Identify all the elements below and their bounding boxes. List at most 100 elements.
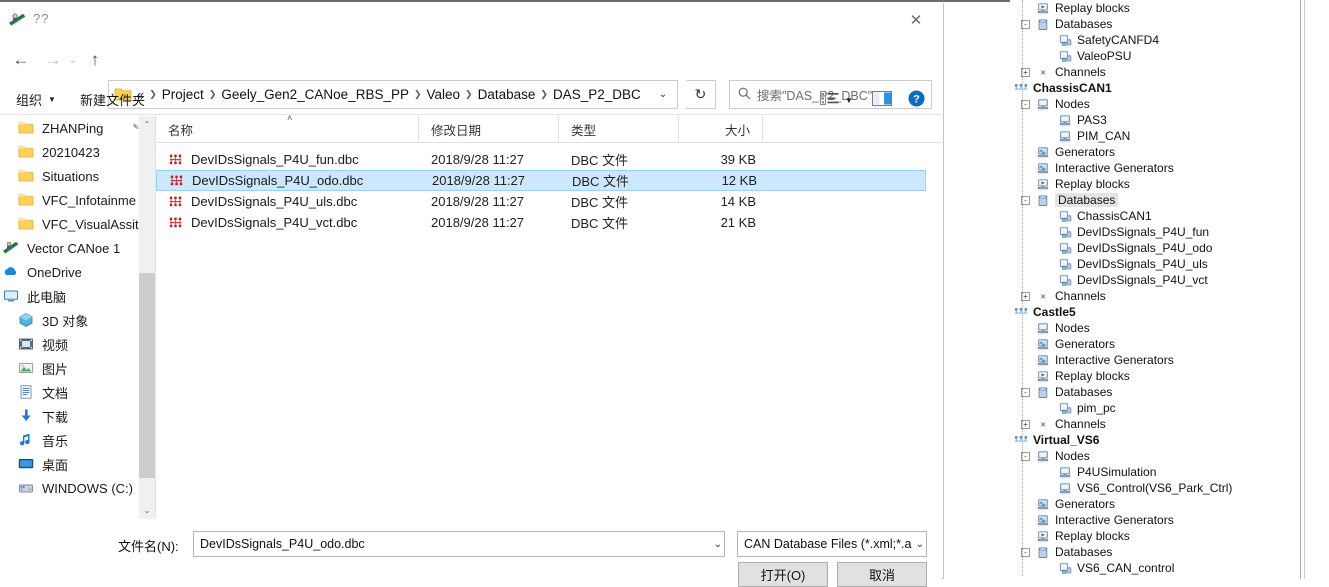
file-name-cell: DevIDsSignals_P4U_odo.dbc [169,173,363,188]
tree-item-26[interactable]: + × Channels [1010,416,1300,432]
nav-pane-item-10[interactable]: 图片 [0,356,155,380]
nav-pane-item-8[interactable]: 3D 对象 [0,308,155,332]
tree-item-4[interactable]: + × Channels [1010,64,1300,80]
tree-item-11[interactable]: Replay blocks [1010,176,1300,192]
tree-item-9[interactable]: Generators [1010,144,1300,160]
cancel-button[interactable]: 取消 [837,562,927,587]
tree-item-29[interactable]: P4USimulation [1010,464,1300,480]
navigation-pane-scrollbar[interactable]: ⌃ ⌄ [139,116,155,519]
tree-item-34[interactable]: - Databases [1010,544,1300,560]
screen-root: ?? ✕ ← → ⌄ ↑ « ❯ Project ❯ Geely_Gen2_CA… [0,0,1329,587]
tree-item-3[interactable]: DBC ValeoPSU [1010,48,1300,64]
tree-item-24[interactable]: - Databases [1010,384,1300,400]
tree-item-35[interactable]: DBC VS6_CAN_control [1010,560,1300,576]
nav-pane-item-11[interactable]: 文档 [0,380,155,404]
table-row[interactable]: DevIDsSignals_P4U_fun.dbc 2018/9/28 11:27… [156,149,926,170]
nav-pane-item-5[interactable]: Vector CANoe 1 [0,236,155,260]
nav-pane-item-label: 视频 [42,337,69,353]
nav-pane-item-14[interactable]: 桌面 [0,452,155,476]
tree-item-8[interactable]: PIM_CAN [1010,128,1300,144]
organize-button[interactable]: 组织 ▼ [16,89,56,109]
dbc-file-icon [168,153,183,166]
tree-item-31[interactable]: Generators [1010,496,1300,512]
tree-item-30[interactable]: VS6_Control(VS6_Park_Ctrl) [1010,480,1300,496]
tree-item-22[interactable]: Interactive Generators [1010,352,1300,368]
bus-icon [1014,306,1028,319]
tree-item-16[interactable]: DBC DevIDsSignals_P4U_uls [1010,256,1300,272]
tree-item-33[interactable]: Replay blocks [1010,528,1300,544]
scroll-down-icon[interactable]: ⌄ [139,502,155,519]
tree-item-14[interactable]: DBC DevIDsSignals_P4U_fun [1010,224,1300,240]
dbc-db-icon: DBC [1058,562,1072,575]
tree-item-15[interactable]: DBC DevIDsSignals_P4U_odo [1010,240,1300,256]
tree-item-10[interactable]: Interactive Generators [1010,160,1300,176]
table-row[interactable]: DevIDsSignals_P4U_odo.dbc 2018/9/28 11:27… [156,170,926,191]
nav-pane-item-7[interactable]: 此电脑 [0,284,155,308]
new-folder-button[interactable]: 新建文件夹 [80,89,145,109]
preview-pane-button[interactable] [872,89,892,111]
folder-icon [18,192,35,209]
node-small-icon [1058,466,1072,479]
nav-pane-item-12[interactable]: 下载 [0,404,155,428]
nav-pane-item-label: 音乐 [42,433,69,449]
column-header-date[interactable]: 修改日期 [419,116,559,142]
xml-db-icon: XML [1058,210,1072,223]
forward-button[interactable]: → [40,46,66,74]
tree-item-18[interactable]: + × Channels [1010,288,1300,304]
tree-item-label: DevIDsSignals_P4U_uls [1077,257,1208,271]
tree-item-label: Databases [1055,545,1113,559]
nav-pane-item-0[interactable]: ZHANPing ✒ [0,116,155,140]
scrollbar-thumb[interactable] [139,273,155,478]
back-button[interactable]: ← [8,46,34,74]
tree-item-label: pim_pc [1077,401,1116,415]
nav-pane-item-1[interactable]: 20210423 [0,140,155,164]
tree-item-2[interactable]: XML SafetyCANFD4 [1010,32,1300,48]
tree-item-0[interactable]: Replay blocks [1010,0,1300,16]
nav-pane-item-3[interactable]: VFC_Infotainme [0,188,155,212]
tree-item-28[interactable]: - Nodes [1010,448,1300,464]
scroll-up-icon[interactable]: ⌃ [139,116,155,133]
file-name-cell: DevIDsSignals_P4U_fun.dbc [168,152,359,167]
nav-pane-item-label: OneDrive [27,264,82,280]
filename-input[interactable]: DevIDsSignals_P4U_odo.dbc ⌄ [193,531,725,557]
tree-item-21[interactable]: Generators [1010,336,1300,352]
tree-item-7[interactable]: PAS3 [1010,112,1300,128]
nav-pane-item-2[interactable]: Situations [0,164,155,188]
tree-item-23[interactable]: Replay blocks [1010,368,1300,384]
tree-item-13[interactable]: XML ChassisCAN1 [1010,208,1300,224]
tree-item-label: Interactive Generators [1055,513,1174,527]
open-button[interactable]: 打开(O) [738,562,828,587]
tree-item-27[interactable]: Virtual_VS6 [1010,432,1300,448]
tree-item-19[interactable]: Castle5 [1010,304,1300,320]
column-header-type[interactable]: 类型 [559,116,679,142]
chevron-down-icon[interactable]: ⌄ [916,532,924,556]
tree-item-1[interactable]: - Databases [1010,16,1300,32]
tree-item-12[interactable]: - Databases [1010,192,1300,208]
filetype-select[interactable]: CAN Database Files (*.xml;*.a ⌄ [737,531,927,557]
nav-pane-item-15[interactable]: WINDOWS (C:) [0,476,155,500]
table-row[interactable]: DevIDsSignals_P4U_vct.dbc 2018/9/28 11:27… [156,212,926,233]
tree-item-20[interactable]: Nodes [1010,320,1300,336]
nav-pane-item-9[interactable]: 视频 [0,332,155,356]
recent-locations-button[interactable]: ⌄ [64,46,82,74]
help-button[interactable]: ? [908,89,925,111]
tree-item-25[interactable]: DBC pim_pc [1010,400,1300,416]
tree-item-label: Nodes [1055,321,1090,335]
tree-item-5[interactable]: ChassisCAN1 [1010,80,1300,96]
nav-pane-item-6[interactable]: OneDrive [0,260,155,284]
column-header-size[interactable]: 大小 [679,116,763,142]
column-header-label: 名称 [168,123,194,138]
nav-pane-item-13[interactable]: 音乐 [0,428,155,452]
tree-item-6[interactable]: - Nodes [1010,96,1300,112]
chevron-down-icon[interactable]: ⌄ [714,532,722,556]
tree-item-32[interactable]: Interactive Generators [1010,512,1300,528]
folder-icon [18,216,35,233]
svg-text:DBC: DBC [1061,410,1067,414]
view-mode-button[interactable]: ▼ [820,89,853,111]
file-name-text: DevIDsSignals_P4U_odo.dbc [192,173,364,188]
tree-item-17[interactable]: DBC DevIDsSignals_P4U_vct [1010,272,1300,288]
table-row[interactable]: DevIDsSignals_P4U_uls.dbc 2018/9/28 11:27… [156,191,926,212]
up-button[interactable]: ↑ [82,46,108,74]
close-icon[interactable]: ✕ [894,7,938,33]
nav-pane-item-4[interactable]: VFC_VisualAssit [0,212,155,236]
